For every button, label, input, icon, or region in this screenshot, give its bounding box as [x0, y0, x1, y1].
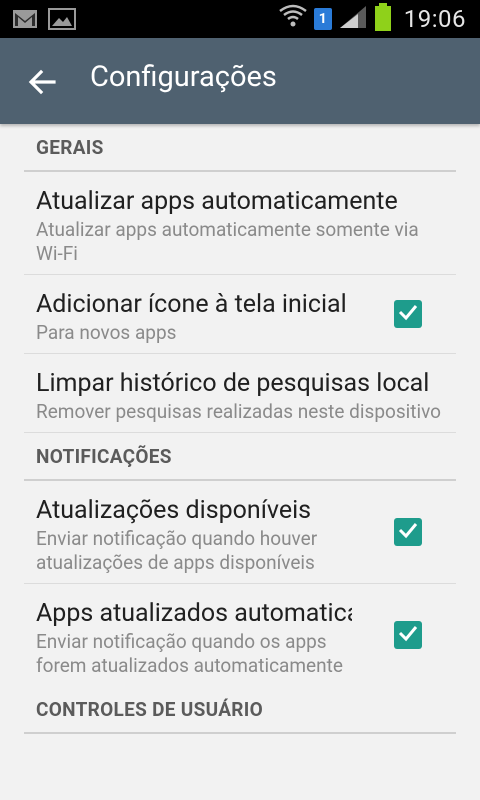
setting-subtitle: Atualizar apps automaticamente somente v… — [36, 218, 419, 265]
status-bar-system: 1 19:06 — [278, 0, 466, 38]
gmail-icon — [12, 8, 38, 34]
setting-title: Atualizações disponíveis — [36, 496, 312, 525]
setting-auto-update-apps[interactable]: Atualizar apps automaticamente Atualizar… — [24, 172, 456, 275]
section-header-general: GERAIS — [24, 124, 456, 172]
setting-title: Atualizar apps automaticamente — [36, 187, 398, 216]
setting-auto-updated-apps[interactable]: Apps atualizados automaticamente Enviar … — [24, 584, 456, 686]
sim-badge: 1 — [313, 8, 332, 30]
signal-icon — [338, 4, 368, 34]
back-button[interactable] — [24, 64, 60, 100]
setting-title: Adicionar ícone à tela inicial — [36, 290, 347, 319]
section-header-notifications: NOTIFICAÇÕES — [24, 433, 456, 481]
setting-subtitle: Remover pesquisas realizadas neste dispo… — [36, 400, 441, 423]
section-header-user-controls: CONTROLES DE USUÁRIO — [24, 686, 456, 734]
setting-add-home-icon[interactable]: Adicionar ícone à tela inicial Para novo… — [24, 275, 456, 354]
check-icon — [397, 301, 419, 327]
check-icon — [397, 519, 419, 545]
settings-list: GERAIS Atualizar apps automaticamente At… — [0, 124, 480, 734]
status-bar: 1 19:06 — [0, 0, 480, 38]
updates-available-checkbox[interactable] — [394, 518, 422, 546]
setting-subtitle: Enviar notificação quando os apps forem … — [36, 630, 343, 677]
setting-subtitle: Enviar notificação quando houver atualiz… — [36, 527, 318, 574]
setting-title: Limpar histórico de pesquisas local — [36, 369, 430, 398]
status-bar-notifications — [12, 7, 76, 35]
check-icon — [397, 622, 419, 648]
add-home-icon-checkbox[interactable] — [394, 300, 422, 328]
app-bar: Configurações — [0, 38, 480, 124]
gallery-icon — [48, 7, 76, 35]
page-title: Configurações — [90, 60, 277, 94]
setting-title: Apps atualizados automaticamente — [36, 599, 352, 628]
arrow-back-icon — [24, 69, 60, 104]
wifi-icon — [278, 3, 308, 35]
auto-updated-apps-checkbox[interactable] — [394, 621, 422, 649]
setting-subtitle: Para novos apps — [36, 321, 177, 344]
setting-clear-search-history[interactable]: Limpar histórico de pesquisas local Remo… — [24, 354, 456, 433]
clock: 19:06 — [403, 5, 466, 33]
setting-updates-available[interactable]: Atualizações disponíveis Enviar notifica… — [24, 481, 456, 584]
battery-icon — [374, 2, 392, 36]
